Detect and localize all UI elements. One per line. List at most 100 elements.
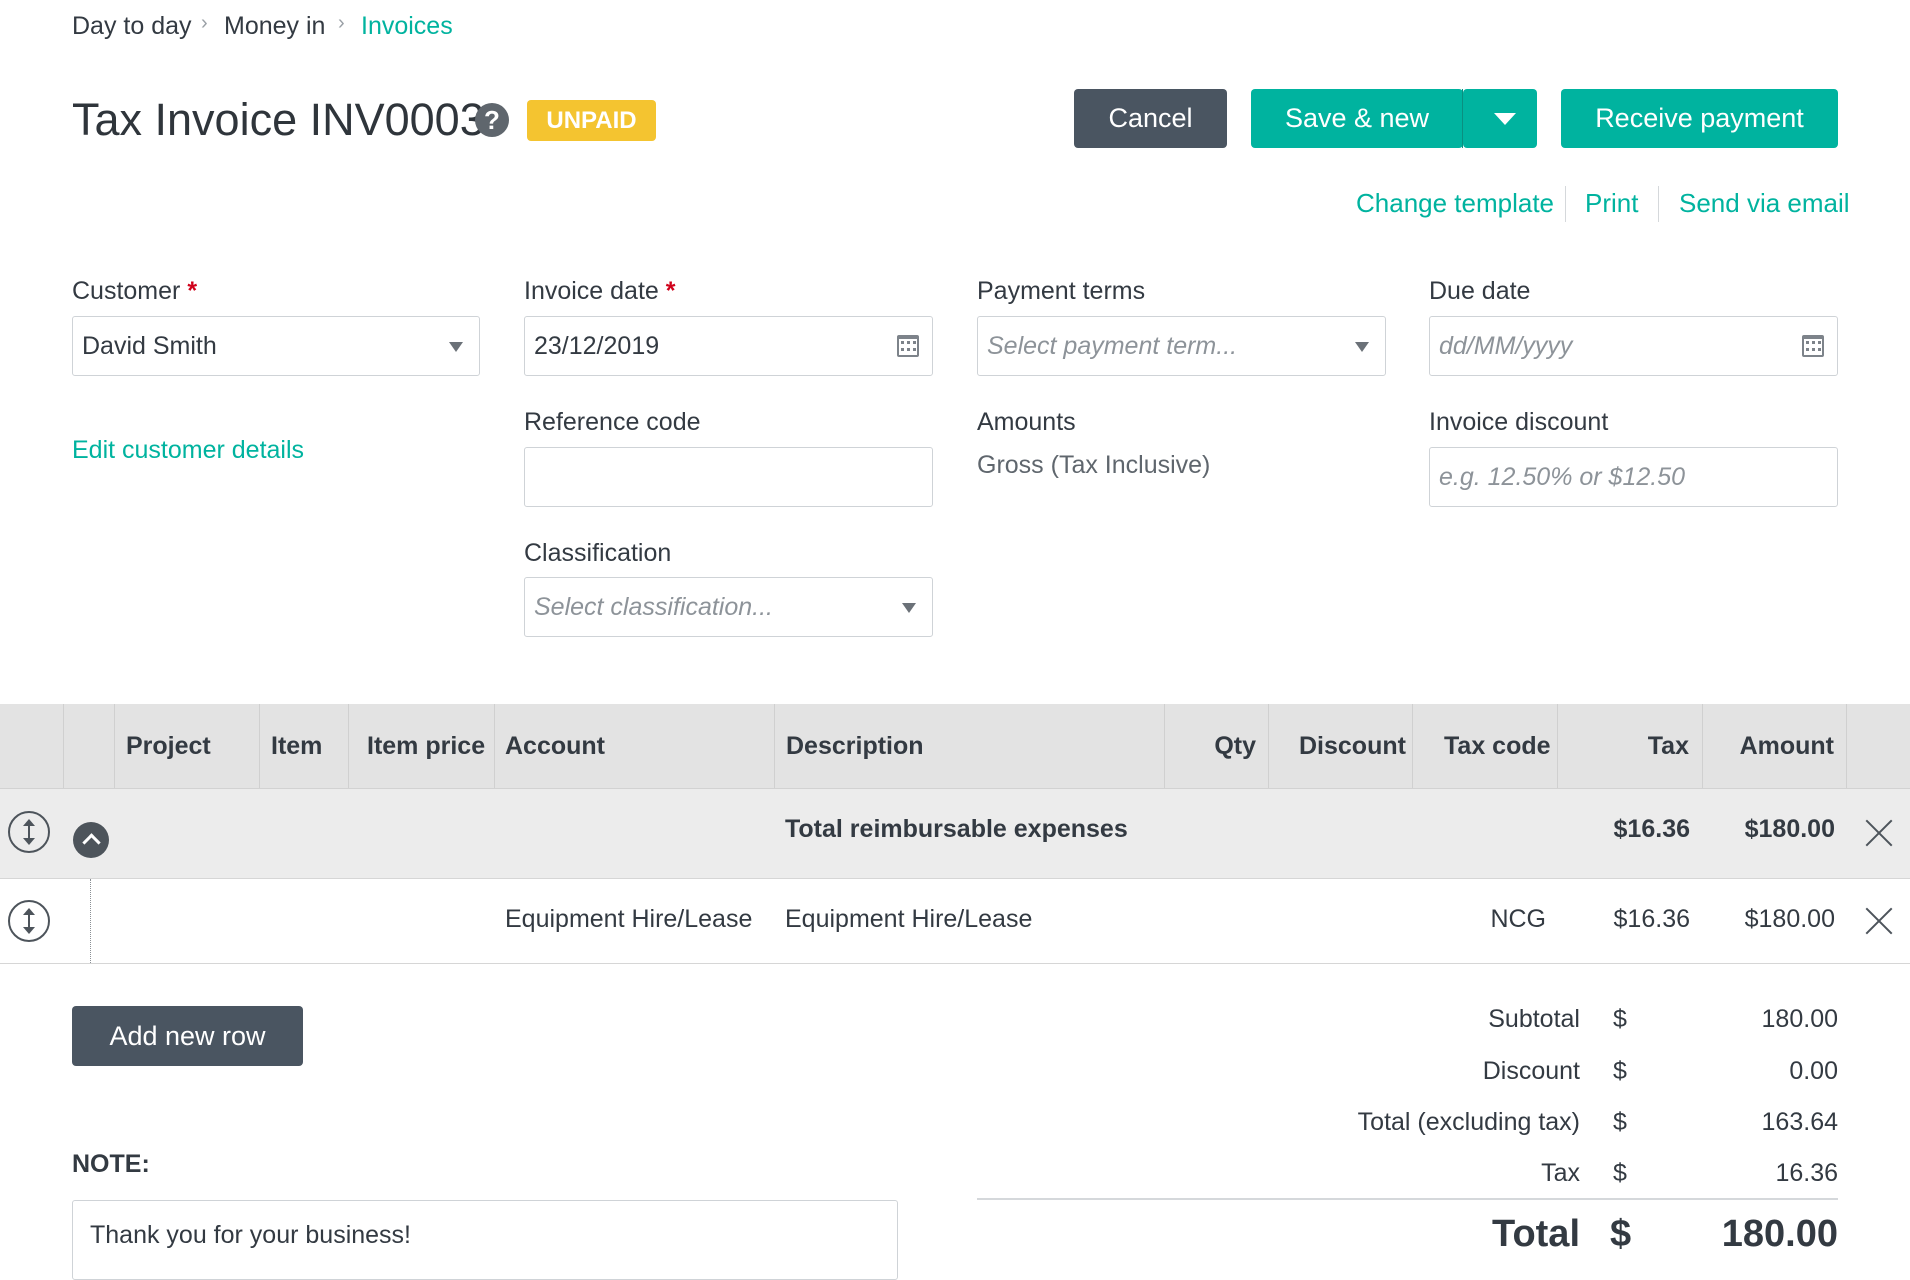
column-discount: Discount (1299, 732, 1406, 760)
column-qty: Qty (1214, 732, 1256, 760)
required-marker: * (665, 277, 676, 305)
change-template-link[interactable]: Change template (1356, 188, 1554, 219)
column-divider (259, 704, 260, 788)
column-divider (494, 704, 495, 788)
total-label: Total (1492, 1213, 1580, 1255)
row-amount[interactable]: $180.00 (1702, 905, 1835, 934)
invoice-discount-label: Invoice discount (1429, 408, 1609, 436)
currency-symbol: $ (1613, 1005, 1627, 1033)
invoice-date-label: Invoice date * (524, 277, 676, 306)
amounts-value[interactable]: Gross (Tax Inclusive) (977, 451, 1210, 480)
currency-symbol: $ (1610, 1213, 1632, 1255)
column-project: Project (126, 732, 211, 760)
save-options-dropdown-button[interactable] (1463, 89, 1537, 148)
column-account: Account (505, 732, 605, 760)
page-title: Tax Invoice INV0003 (72, 94, 485, 145)
subtotal-label: Subtotal (1488, 1005, 1580, 1033)
chevron-down-icon (1494, 113, 1516, 125)
print-link[interactable]: Print (1585, 188, 1638, 219)
row-account[interactable]: Equipment Hire/Lease (505, 905, 752, 934)
invoice-discount-input[interactable]: e.g. 12.50% or $12.50 (1429, 447, 1838, 507)
customer-select[interactable]: David Smith (72, 316, 480, 376)
column-description: Description (786, 732, 924, 760)
chevron-right-icon: › (201, 12, 208, 34)
total-value: 180.00 (1721, 1213, 1838, 1255)
receive-payment-button[interactable]: Receive payment (1561, 89, 1838, 148)
invoice-date-label-text: Invoice date (524, 277, 659, 305)
payment-terms-placeholder: Select payment term... (987, 332, 1238, 360)
tax-value: 16.36 (1775, 1159, 1838, 1187)
payment-terms-select[interactable]: Select payment term... (977, 316, 1386, 376)
due-date-label: Due date (1429, 277, 1531, 305)
classification-label: Classification (524, 539, 672, 567)
required-marker: * (187, 277, 198, 305)
add-new-row-button[interactable]: Add new row (72, 1006, 303, 1066)
due-date-placeholder: dd/MM/yyyy (1439, 332, 1573, 360)
invoice-date-field[interactable]: 23/12/2019 (524, 316, 933, 376)
help-icon[interactable]: ? (475, 103, 509, 137)
note-textarea[interactable]: Thank you for your business! (72, 1200, 898, 1280)
tree-connector (90, 879, 91, 963)
column-tax-code: Tax code (1444, 732, 1551, 760)
dropdown-caret-icon (449, 342, 463, 352)
amounts-label: Amounts (977, 408, 1076, 436)
column-divider (1846, 704, 1847, 788)
cancel-button[interactable]: Cancel (1074, 89, 1227, 148)
column-divider (1268, 704, 1269, 788)
collapse-icon[interactable] (73, 822, 109, 858)
invoice-discount-placeholder: e.g. 12.50% or $12.50 (1439, 463, 1686, 491)
breadcrumb-invoices[interactable]: Invoices (361, 12, 453, 41)
classification-placeholder: Select classification... (534, 593, 773, 621)
group-label: Total reimbursable expenses (785, 815, 1128, 843)
edit-customer-details-link[interactable]: Edit customer details (72, 436, 304, 465)
breadcrumb-day-to-day[interactable]: Day to day (72, 12, 192, 41)
breadcrumb-money-in[interactable]: Money in (224, 12, 325, 41)
currency-symbol: $ (1613, 1057, 1627, 1085)
discount-label: Discount (1482, 1057, 1580, 1085)
classification-select[interactable]: Select classification... (524, 577, 933, 637)
tax-label: Tax (1541, 1159, 1580, 1187)
total-excluding-tax-value: 163.64 (1761, 1108, 1838, 1136)
subtotal-value: 180.00 (1761, 1005, 1838, 1033)
column-item: Item (271, 732, 323, 760)
calendar-icon[interactable] (897, 335, 919, 357)
row-tax-code[interactable]: NCG (1412, 905, 1546, 934)
total-excluding-tax-label: Total (excluding tax) (1357, 1108, 1580, 1136)
row-description[interactable]: Equipment Hire/Lease (785, 905, 1032, 934)
column-amount: Amount (1739, 732, 1834, 760)
calendar-icon[interactable] (1802, 335, 1824, 357)
link-divider (1565, 186, 1566, 222)
drag-handle-icon[interactable] (8, 900, 50, 942)
customer-label: Customer * (72, 277, 197, 306)
close-icon[interactable] (1864, 906, 1894, 936)
group-amount: $180.00 (1744, 815, 1835, 843)
customer-value: David Smith (82, 332, 217, 360)
column-tax: Tax (1647, 732, 1689, 760)
column-divider (348, 704, 349, 788)
currency-symbol: $ (1613, 1159, 1627, 1187)
send-via-email-link[interactable]: Send via email (1679, 188, 1850, 219)
dropdown-caret-icon (902, 603, 916, 613)
drag-handle-icon[interactable] (8, 811, 50, 853)
close-icon[interactable] (1864, 818, 1894, 848)
reference-code-label: Reference code (524, 408, 701, 436)
column-divider (63, 704, 64, 788)
table-row: Equipment Hire/Lease Equipment Hire/Leas… (0, 879, 1910, 964)
table-header: Project Item Item price Account Descript… (0, 704, 1910, 789)
column-divider (1412, 704, 1413, 788)
link-divider (1658, 186, 1659, 222)
currency-symbol: $ (1613, 1108, 1627, 1136)
chevron-right-icon: › (338, 12, 345, 34)
group-tax: $16.36 (1613, 815, 1690, 843)
customer-label-text: Customer (72, 277, 181, 305)
summary-divider (977, 1198, 1838, 1200)
payment-terms-label: Payment terms (977, 277, 1146, 305)
row-tax: $16.36 (1613, 905, 1690, 933)
save-and-new-button[interactable]: Save & new (1251, 89, 1463, 148)
invoice-date-value: 23/12/2019 (534, 332, 660, 360)
reference-code-input[interactable] (524, 447, 933, 507)
due-date-field[interactable]: dd/MM/yyyy (1429, 316, 1838, 376)
note-label: NOTE: (72, 1150, 150, 1178)
discount-value: 0.00 (1789, 1057, 1838, 1085)
column-divider (774, 704, 775, 788)
